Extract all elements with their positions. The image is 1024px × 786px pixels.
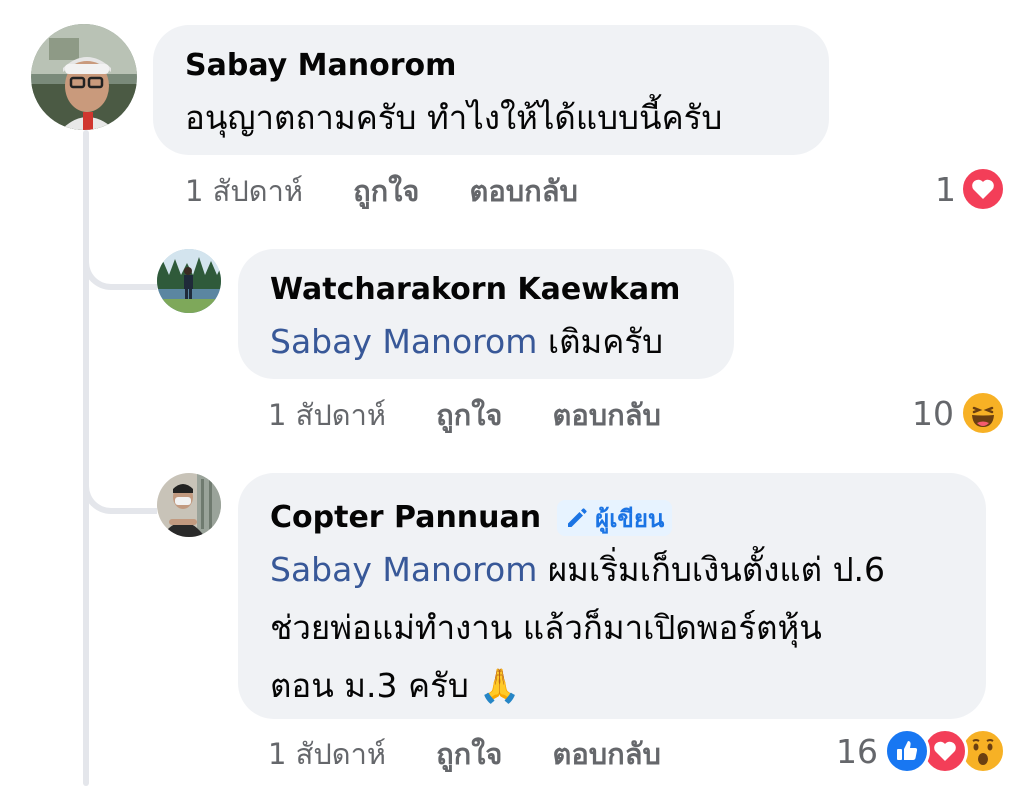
avatar[interactable] — [157, 473, 221, 537]
comment-text: อนุญาตถามครับ ทำไงให้ได้แบบนี้ครับ — [185, 98, 723, 137]
reply-time[interactable]: 1 สัปดาห์ — [268, 398, 386, 432]
reply-body-line: ผมเริ่มเก็บเงินตั้งแต่ ป.6 — [547, 550, 886, 589]
comment-bubble: Sabay Manorom อนุญาตถามครับ ทำไงให้ได้แบ… — [153, 25, 829, 155]
comment-time[interactable]: 1 สัปดาห์ — [185, 174, 303, 208]
comment-actions: 1 สัปดาห์ ถูกใจ ตอบกลับ — [185, 168, 578, 214]
reply-body-line: ช่วยพ่อแม่ทำงาน แล้วก็มาเปิดพอร์ตหุ้น — [270, 608, 822, 647]
haha-reaction-icon — [960, 390, 1006, 436]
love-reaction-icon — [960, 166, 1006, 212]
reply-author[interactable]: Copter Pannuan — [270, 499, 541, 537]
reply-body: เติมครับ — [547, 322, 664, 361]
reaction-summary[interactable]: 10 — [912, 390, 1006, 436]
author-badge-label: ผู้เขียน — [595, 504, 665, 533]
like-button[interactable]: ถูกใจ — [436, 737, 502, 771]
reply-author[interactable]: Watcharakorn Kaewkam — [270, 271, 680, 309]
reaction-summary[interactable]: 1 — [935, 166, 1006, 212]
thread-branch — [83, 236, 157, 290]
reaction-count: 1 — [935, 169, 956, 209]
reply-text: Sabay Manorom เติมครับ — [270, 313, 663, 371]
reaction-count: 10 — [912, 393, 954, 433]
avatar[interactable] — [157, 249, 221, 313]
avatar[interactable] — [31, 24, 137, 130]
author-badge: ผู้เขียน — [557, 500, 673, 536]
like-reaction-icon — [884, 728, 930, 774]
like-button[interactable]: ถูกใจ — [353, 174, 419, 208]
thread-branch — [83, 460, 157, 514]
reply-actions: 1 สัปดาห์ ถูกใจ ตอบกลับ — [268, 731, 661, 777]
reply-button[interactable]: ตอบกลับ — [470, 174, 578, 208]
mention-link[interactable]: Sabay Manorom — [270, 550, 537, 589]
reaction-count: 16 — [836, 731, 878, 771]
reply-text: Sabay Manorom ผมเริ่มเก็บเงินตั้งแต่ ป.6… — [270, 541, 970, 715]
thread-line — [83, 130, 89, 786]
reply-body-line: ตอน ม.3 ครับ — [270, 666, 469, 705]
reaction-summary[interactable]: 16 — [836, 728, 1006, 774]
reply-button[interactable]: ตอบกลับ — [553, 737, 661, 771]
reply-button[interactable]: ตอบกลับ — [553, 398, 661, 432]
folded-hands-emoji: 🙏 — [479, 666, 521, 705]
like-button[interactable]: ถูกใจ — [436, 398, 502, 432]
reply-bubble: Watcharakorn Kaewkam Sabay Manorom เติมค… — [238, 249, 734, 379]
reply-time[interactable]: 1 สัปดาห์ — [268, 737, 386, 771]
reply-actions: 1 สัปดาห์ ถูกใจ ตอบกลับ — [268, 392, 661, 438]
comment-author[interactable]: Sabay Manorom — [185, 47, 456, 85]
reply-header: Copter Pannuan ผู้เขียน — [270, 499, 673, 537]
pencil-icon — [568, 508, 587, 527]
reply-bubble: Copter Pannuan ผู้เขียน Sabay Manorom ผม… — [238, 473, 986, 719]
mention-link[interactable]: Sabay Manorom — [270, 322, 537, 361]
